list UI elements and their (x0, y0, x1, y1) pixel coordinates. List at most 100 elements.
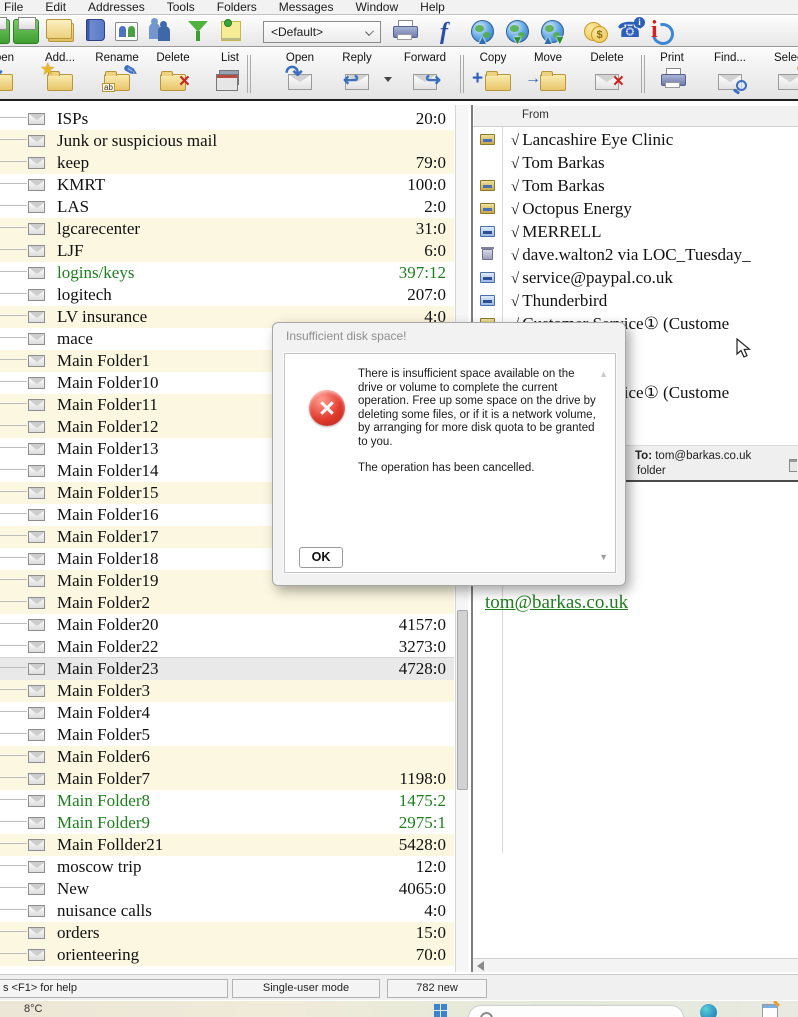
message-list-header[interactable]: From (473, 105, 798, 127)
folder-row[interactable]: logins/keys 397:12 (0, 262, 454, 284)
folder-row[interactable]: LJF 6:0 (0, 240, 454, 262)
scroll-left-arrow-icon[interactable] (477, 961, 484, 971)
button-label: Add... (31, 52, 89, 64)
print-icon[interactable] (393, 21, 416, 43)
menu-folders[interactable]: Folders (217, 0, 257, 14)
folder-row[interactable]: Main Folder20 4157:0 (0, 614, 454, 636)
notebook-icon[interactable] (86, 19, 105, 41)
folder-row[interactable]: Main Folder22 3273:0 (0, 636, 454, 658)
globe-download-icon[interactable]: ▼ (506, 20, 529, 43)
message-row[interactable]: √Tom Barkas (473, 174, 798, 197)
folders-icon[interactable] (48, 23, 74, 42)
message-row[interactable]: √Lancashire Eye Clinic (473, 128, 798, 151)
menu-messages[interactable]: Messages (279, 0, 334, 14)
tree-branch-line (0, 689, 27, 690)
sender-email-link[interactable]: tom@barkas.co.uk (485, 592, 628, 614)
menu-file[interactable]: File (4, 0, 23, 14)
scroll-down-arrow-icon[interactable]: ▼ (599, 552, 608, 562)
message-row[interactable]: √Thunderbird (473, 289, 798, 312)
folder-row[interactable]: LAS 2:0 (0, 196, 454, 218)
font-icon[interactable]: f (436, 19, 452, 44)
coins-icon[interactable]: $ (584, 20, 608, 44)
globe-upload-icon[interactable]: ▲ (471, 20, 494, 43)
reply-dropdown-caret[interactable] (384, 77, 392, 82)
new-mail-tray-icon[interactable] (13, 19, 39, 44)
address-book-icon[interactable] (115, 22, 138, 41)
folder-row[interactable]: logitech 207:0 (0, 284, 454, 306)
message-row[interactable]: √Octopus Energy (473, 197, 798, 220)
folder-row[interactable]: Main Folder8 1475:2 (0, 790, 454, 812)
print-button[interactable]: Print (643, 52, 701, 98)
folder-row[interactable]: Main Follder21 5428:0 (0, 834, 454, 856)
folder-row[interactable]: New 4065:0 (0, 878, 454, 900)
folder-row[interactable]: nuisance calls 4:0 (0, 900, 454, 922)
copy-button[interactable]: Copy + (464, 52, 522, 98)
folder-rename-button[interactable]: Rename ab✎ (88, 52, 146, 98)
scroll-up-arrow-icon[interactable]: ▲ (599, 369, 608, 379)
globe-sync-icon[interactable]: ▲▼ (541, 20, 564, 43)
reply-button[interactable]: Reply ↩ (328, 52, 386, 98)
folder-row[interactable]: Main Folder3 (0, 680, 454, 702)
folder-row[interactable]: Main Folder9 2975:1 (0, 812, 454, 834)
folder-message-count: 5428:0 (399, 834, 446, 856)
folder-row[interactable]: KMRT 100:0 (0, 174, 454, 196)
folder-row[interactable]: Junk or suspicious mail (0, 130, 454, 152)
folder-row[interactable]: keep 79:0 (0, 152, 454, 174)
forward-button[interactable]: Forward ↪ (396, 52, 454, 98)
message-open-button[interactable]: Open ↷ (271, 52, 329, 98)
folder-envelope-icon (28, 685, 45, 697)
phone-info-icon[interactable]: ☎ (617, 19, 643, 43)
button-label: Select (761, 52, 798, 64)
folder-open-button[interactable]: Open ↷ (0, 52, 29, 98)
windows-start-icon[interactable] (434, 1004, 447, 1017)
folder-row[interactable]: Main Folder7 1198:0 (0, 768, 454, 790)
folder-row[interactable]: orienteering 70:0 (0, 944, 454, 966)
find-button[interactable]: Find... (701, 52, 759, 98)
scrollbar-thumb[interactable] (457, 610, 468, 790)
internet-setup-icon[interactable]: i (650, 19, 674, 43)
select-button[interactable]: Select ✎ (761, 52, 798, 98)
message-row[interactable]: √dave.walton2 via LOC_Tuesday_ (473, 243, 798, 266)
clipboard-icon[interactable] (789, 459, 797, 472)
menu-help[interactable]: Help (420, 0, 445, 14)
message-list-hscrollbar[interactable] (473, 958, 798, 972)
menu-window[interactable]: Window (355, 0, 398, 14)
menu-addresses[interactable]: Addresses (88, 0, 145, 14)
folder-row[interactable]: Main Folder2 (0, 592, 454, 614)
users-icon[interactable] (147, 19, 173, 43)
tree-branch-line (0, 821, 27, 822)
taskbar-search-input[interactable] (468, 1005, 684, 1017)
message-delete-button[interactable]: Delete × (578, 52, 636, 98)
folder-row[interactable]: moscow trip 12:0 (0, 856, 454, 878)
folder-row[interactable]: orders 15:0 (0, 922, 454, 944)
ok-button[interactable]: OK (299, 547, 343, 568)
notepad-app-icon[interactable] (762, 1004, 778, 1017)
from-column-header[interactable]: From (522, 109, 549, 121)
message-status-icon (480, 180, 495, 191)
folder-envelope-icon (28, 201, 45, 213)
folder-row[interactable]: Main Folder6 (0, 746, 454, 768)
folder-row[interactable]: Main Folder5 (0, 724, 454, 746)
move-button[interactable]: Move → (519, 52, 577, 98)
menu-tools[interactable]: Tools (167, 0, 195, 14)
message-row[interactable]: √Tom Barkas (473, 151, 798, 174)
folder-row[interactable]: ISPs 20:0 (0, 108, 454, 130)
folder-row[interactable]: lgcarecenter 31:0 (0, 218, 454, 240)
folder-row[interactable]: Main Folder4 (0, 702, 454, 724)
message-row[interactable]: √MERRELL (473, 220, 798, 243)
folder-row[interactable]: Main Folder23 4728:0 (0, 658, 454, 680)
weather-widget[interactable]: 8°C (24, 1003, 42, 1015)
check-glyph: √ (511, 179, 519, 195)
menu-edit[interactable]: Edit (45, 0, 66, 14)
filter-funnel-icon[interactable] (187, 19, 209, 44)
sticky-note-icon[interactable] (221, 21, 241, 41)
clipped-toolbar-icon[interactable] (0, 19, 10, 44)
menu-bar: File Edit Addresses Tools Folders Messag… (0, 0, 798, 15)
identity-selector[interactable]: <Default> (263, 21, 381, 43)
taskbar-app-icon[interactable] (700, 1004, 717, 1017)
message-row[interactable]: √service@paypal.co.uk (473, 266, 798, 289)
tree-branch-line (0, 513, 27, 514)
up-arrow-icon: ▲ (472, 34, 493, 46)
folder-add-button[interactable]: Add... ★ (31, 52, 89, 98)
folder-delete-button[interactable]: Delete × (144, 52, 202, 98)
